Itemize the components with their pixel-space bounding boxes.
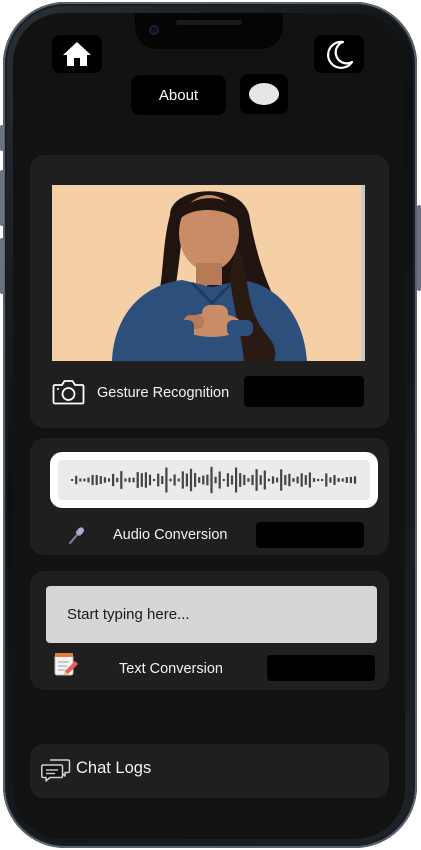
theme-toggle-button[interactable] bbox=[314, 35, 364, 73]
gesture-output-box[interactable] bbox=[244, 376, 364, 407]
side-button-silent bbox=[0, 125, 4, 151]
audio-output-box[interactable] bbox=[256, 522, 364, 548]
waveform-icon bbox=[71, 466, 357, 494]
front-camera bbox=[149, 25, 159, 35]
text-input[interactable]: Start typing here... bbox=[46, 586, 377, 643]
phone-screen: About Gesture Recognition Audio Conversi… bbox=[13, 13, 405, 839]
chat-logs-button[interactable]: Chat Logs bbox=[30, 744, 389, 798]
gesture-recognition-label: Gesture Recognition bbox=[97, 385, 230, 401]
person-signing-photo bbox=[52, 185, 365, 361]
microphone-icon bbox=[69, 527, 84, 544]
toggle-knob bbox=[249, 83, 279, 105]
about-button[interactable]: About bbox=[131, 75, 226, 115]
speaker-grille bbox=[176, 20, 242, 25]
notepad-pencil-icon bbox=[54, 653, 78, 676]
home-button[interactable] bbox=[52, 35, 102, 73]
camera-icon bbox=[52, 380, 85, 405]
audio-waveform bbox=[58, 460, 370, 500]
audio-waveform-container[interactable] bbox=[50, 452, 378, 508]
text-conversion-card: Start typing here... Text Conversion bbox=[30, 571, 389, 690]
audio-conversion-label: Audio Conversion bbox=[113, 527, 228, 543]
gesture-video-feed bbox=[52, 185, 365, 361]
text-conversion-label: Text Conversion bbox=[119, 661, 223, 677]
text-output-box[interactable] bbox=[267, 655, 375, 681]
home-icon bbox=[63, 42, 91, 66]
audio-conversion-card: Audio Conversion bbox=[30, 438, 389, 555]
toggle-switch[interactable] bbox=[240, 74, 288, 114]
gesture-recognition-card: Gesture Recognition bbox=[30, 155, 389, 428]
moon-icon bbox=[327, 40, 354, 69]
side-button-volume-up bbox=[0, 170, 4, 226]
chat-bubbles-icon bbox=[41, 759, 71, 782]
chat-logs-label: Chat Logs bbox=[76, 759, 152, 777]
side-button-volume-down bbox=[0, 238, 4, 294]
side-button-power bbox=[417, 205, 421, 291]
